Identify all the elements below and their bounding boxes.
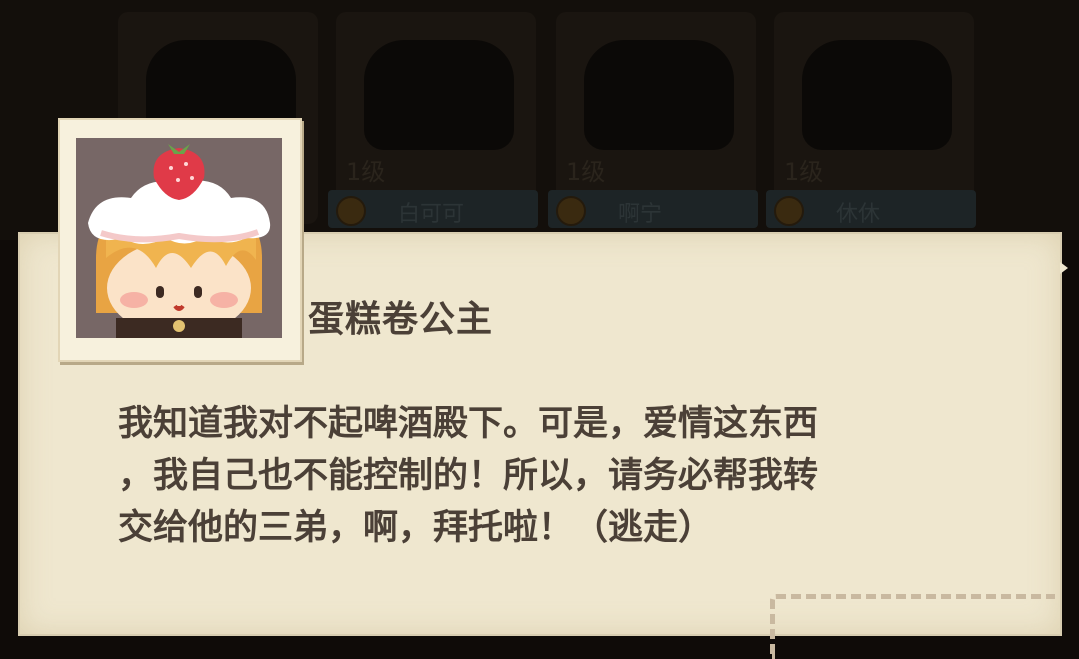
roster-name-bar: 啊宁 [548, 190, 758, 228]
dialog-edge-notch [1060, 262, 1070, 274]
roster-level: 1级 [346, 158, 386, 186]
character-silhouette [364, 40, 514, 150]
roster-name-bar: 休休 [766, 190, 976, 228]
roster-name: 白可可 [398, 202, 465, 227]
dialog-text: 我知道我对不起啤酒殿下。可是，爱情这东西 ，我自己也不能控制的！所以，请务必帮我… [118, 404, 819, 548]
coin-icon [556, 196, 586, 226]
dialog-continue-area[interactable] [770, 594, 1055, 659]
character-silhouette [802, 40, 952, 150]
roster-name: 啊宁 [618, 202, 663, 227]
roster-card: 1级 啊宁 [548, 12, 758, 228]
roster-level: 1级 [784, 158, 824, 186]
coin-icon [336, 196, 366, 226]
roster-name: 休休 [836, 202, 881, 227]
roster-name-bar: 白可可 [328, 190, 538, 228]
cake-roll-princess-icon [76, 138, 282, 338]
speaker-portrait-frame [58, 118, 302, 362]
roster-card: 1级 白可可 [328, 12, 538, 228]
roster-card: 1级 休休 [766, 12, 976, 228]
speaker-name: 蛋糕卷公主 [308, 299, 494, 340]
coin-icon [774, 196, 804, 226]
roster-level: 1级 [566, 158, 606, 186]
character-silhouette [584, 40, 734, 150]
